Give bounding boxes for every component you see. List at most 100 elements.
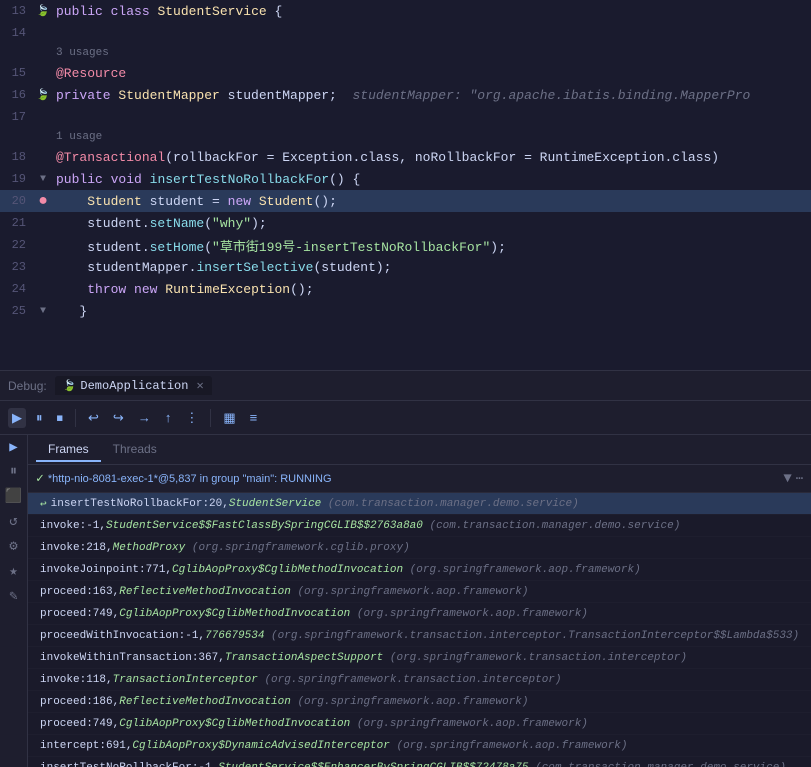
line-number: 18 [4,150,34,164]
line-number: 24 [4,282,34,296]
frame-class: CglibAopProxy$CglibMethodInvocation [119,718,357,730]
stack-frame-list[interactable]: ↩ insertTestNoRollbackFor:20, StudentSer… [28,493,811,767]
line-number: 21 [4,216,34,230]
stack-frame-4[interactable]: proceed:163, ReflectiveMethodInvocation … [28,581,811,603]
code-text: private StudentMapper studentMapper; stu… [52,88,811,103]
settings-button[interactable]: ≡ [246,408,262,427]
frame-method: insertTestNoRollbackFor:-1, [40,762,218,767]
thread-row: ✓ *http-nio-8081-exec-1*@5,837 in group … [28,465,811,493]
code-line-18: 18 @Transactional(rollbackFor = Exceptio… [0,146,811,168]
debug-toolbar: ▶ ⏸ ⏹ ↩ ↪ → ↑ ⋮ ▦ ≡ [0,401,811,435]
stack-frame-11[interactable]: intercept:691, CglibAopProxy$DynamicAdvi… [28,735,811,757]
debug-label: Debug: [8,379,55,393]
app-tab[interactable]: 🍃 DemoApplication ✕ [55,376,212,395]
gear-icon[interactable]: ⚙ [9,538,17,555]
stack-frame-3[interactable]: invokeJoinpoint:771, CglibAopProxy$Cglib… [28,559,811,581]
frame-class: StudentService$$FastClassBySpringCGLIB$$… [106,520,429,532]
frame-class: MethodProxy [113,542,192,554]
code-text: public class StudentService { [52,4,811,19]
pause-sidebar-icon[interactable]: ⏸ [10,464,17,480]
code-line-20: 20 ● Student student = new Student(); [0,190,811,212]
frame-tabs-row: Frames Threads [28,435,811,465]
stack-frame-0[interactable]: ↩ insertTestNoRollbackFor:20, StudentSer… [28,493,811,515]
frame-class: StudentService$$EnhancerBySpringCGLIB$$7… [218,762,535,767]
frame-pkg: (org.springframework.aop.framework) [357,608,588,620]
run-to-cursor-button[interactable]: ↑ [161,408,176,427]
line-number: 13 [4,4,34,18]
tab-threads[interactable]: Threads [101,438,169,462]
fold-icon[interactable]: ▼ [34,306,52,317]
code-text: throw new RuntimeException(); [52,282,811,297]
stack-frame-12[interactable]: insertTestNoRollbackFor:-1, StudentServi… [28,757,811,767]
close-icon[interactable]: ✕ [196,378,203,393]
tab-frames[interactable]: Frames [36,438,101,462]
frame-method: intercept:691, [40,740,132,752]
code-text: Student student = new Student(); [52,194,811,209]
frame-method: proceed:749, [40,608,119,620]
code-editor: 13 🍃 public class StudentService { 14 3 … [0,0,811,370]
line-number: 16 [4,88,34,102]
thread-check-icon: ✓ [36,471,44,486]
frames-button[interactable]: ▦ [219,408,239,428]
more-options-icon[interactable]: ⋯ [796,471,803,486]
stack-frame-5[interactable]: proceed:749, CglibAopProxy$CglibMethodIn… [28,603,811,625]
line-number: 22 [4,238,34,252]
spring-icon: 🍃 [34,4,52,18]
frame-pkg: (org.springframework.aop.framework) [396,740,627,752]
filter-icon[interactable]: ▼ [783,471,791,487]
play-icon[interactable]: ▶ [9,439,17,456]
code-line-21: 21 student.setName("why"); [0,212,811,234]
pause-button[interactable]: ⏸ [32,408,47,428]
bookmark-icon[interactable]: ★ [9,563,17,580]
frame-method: proceedWithInvocation:-1, [40,630,205,642]
usage-hint-1: 1 usage [0,128,811,146]
step-over-button[interactable]: ↩ [84,408,103,428]
edit-icon[interactable]: ✎ [9,588,17,605]
stack-frame-1[interactable]: invoke:-1, StudentService$$FastClassBySp… [28,515,811,537]
stack-frame-10[interactable]: proceed:749, CglibAopProxy$CglibMethodIn… [28,713,811,735]
stack-frame-7[interactable]: invokeWithinTransaction:367, Transaction… [28,647,811,669]
frame-class: CglibAopProxy$CglibMethodInvocation [119,608,357,620]
code-line-17: 17 [0,106,811,128]
frame-pkg: (com.transaction.manager.demo.service) [429,520,680,532]
evaluate-button[interactable]: ⋮ [181,408,202,428]
code-text: @Resource [52,66,811,81]
stop-sidebar-icon[interactable]: ⬛ [5,488,22,505]
code-line-24: 24 throw new RuntimeException(); [0,278,811,300]
frame-class: TransactionInterceptor [113,674,265,686]
stack-frame-6[interactable]: proceedWithInvocation:-1, 776679534 (org… [28,625,811,647]
refresh-icon[interactable]: ↺ [9,513,17,530]
frame-method: insertTestNoRollbackFor:20, [51,498,229,510]
code-line-16: 16 🍃 private StudentMapper studentMapper… [0,84,811,106]
line-number: 19 [4,172,34,186]
frame-method: proceed:749, [40,718,119,730]
stack-frame-8[interactable]: invoke:118, TransactionInterceptor (org.… [28,669,811,691]
frame-pkg: (org.springframework.aop.framework) [297,696,528,708]
fold-icon[interactable]: ▼ [34,174,52,185]
breakpoint-icon[interactable]: ● [34,193,52,209]
current-frame-arrow: ↩ [40,497,47,511]
frame-method: invokeJoinpoint:771, [40,564,172,576]
stack-frame-9[interactable]: proceed:186, ReflectiveMethodInvocation … [28,691,811,713]
left-sidebar: ▶ ⏸ ⬛ ↺ ⚙ ★ ✎ [0,435,28,767]
stop-button[interactable]: ⏹ [53,408,68,428]
line-number: 17 [4,110,34,124]
frame-pkg: (org.springframework.aop.framework) [410,564,641,576]
step-out-button[interactable]: → [134,408,155,427]
frame-pkg: (org.springframework.transaction.interce… [390,652,687,664]
spring-icon: 🍃 [34,88,52,102]
code-text: public void insertTestNoRollbackFor() { [52,172,811,187]
usage-count: 3 usages [52,47,811,59]
code-line-19: 19 ▼ public void insertTestNoRollbackFor… [0,168,811,190]
code-text: student.setHome("草市街199号-insertTestNoRol… [52,236,811,255]
frame-method: invoke:218, [40,542,113,554]
resume-button[interactable]: ▶ [8,408,26,428]
usage-hint-3: 3 usages [0,44,811,62]
stack-frame-2[interactable]: invoke:218, MethodProxy (org.springframe… [28,537,811,559]
step-into-button[interactable]: ↪ [109,408,128,428]
line-number: 14 [4,26,34,40]
frame-class: CglibAopProxy$DynamicAdvisedInterceptor [132,740,396,752]
code-line-22: 22 student.setHome("草市街199号-insertTestNo… [0,234,811,256]
frame-pkg: (com.transaction.manager.demo.service) [535,762,786,767]
code-line-14: 14 [0,22,811,44]
